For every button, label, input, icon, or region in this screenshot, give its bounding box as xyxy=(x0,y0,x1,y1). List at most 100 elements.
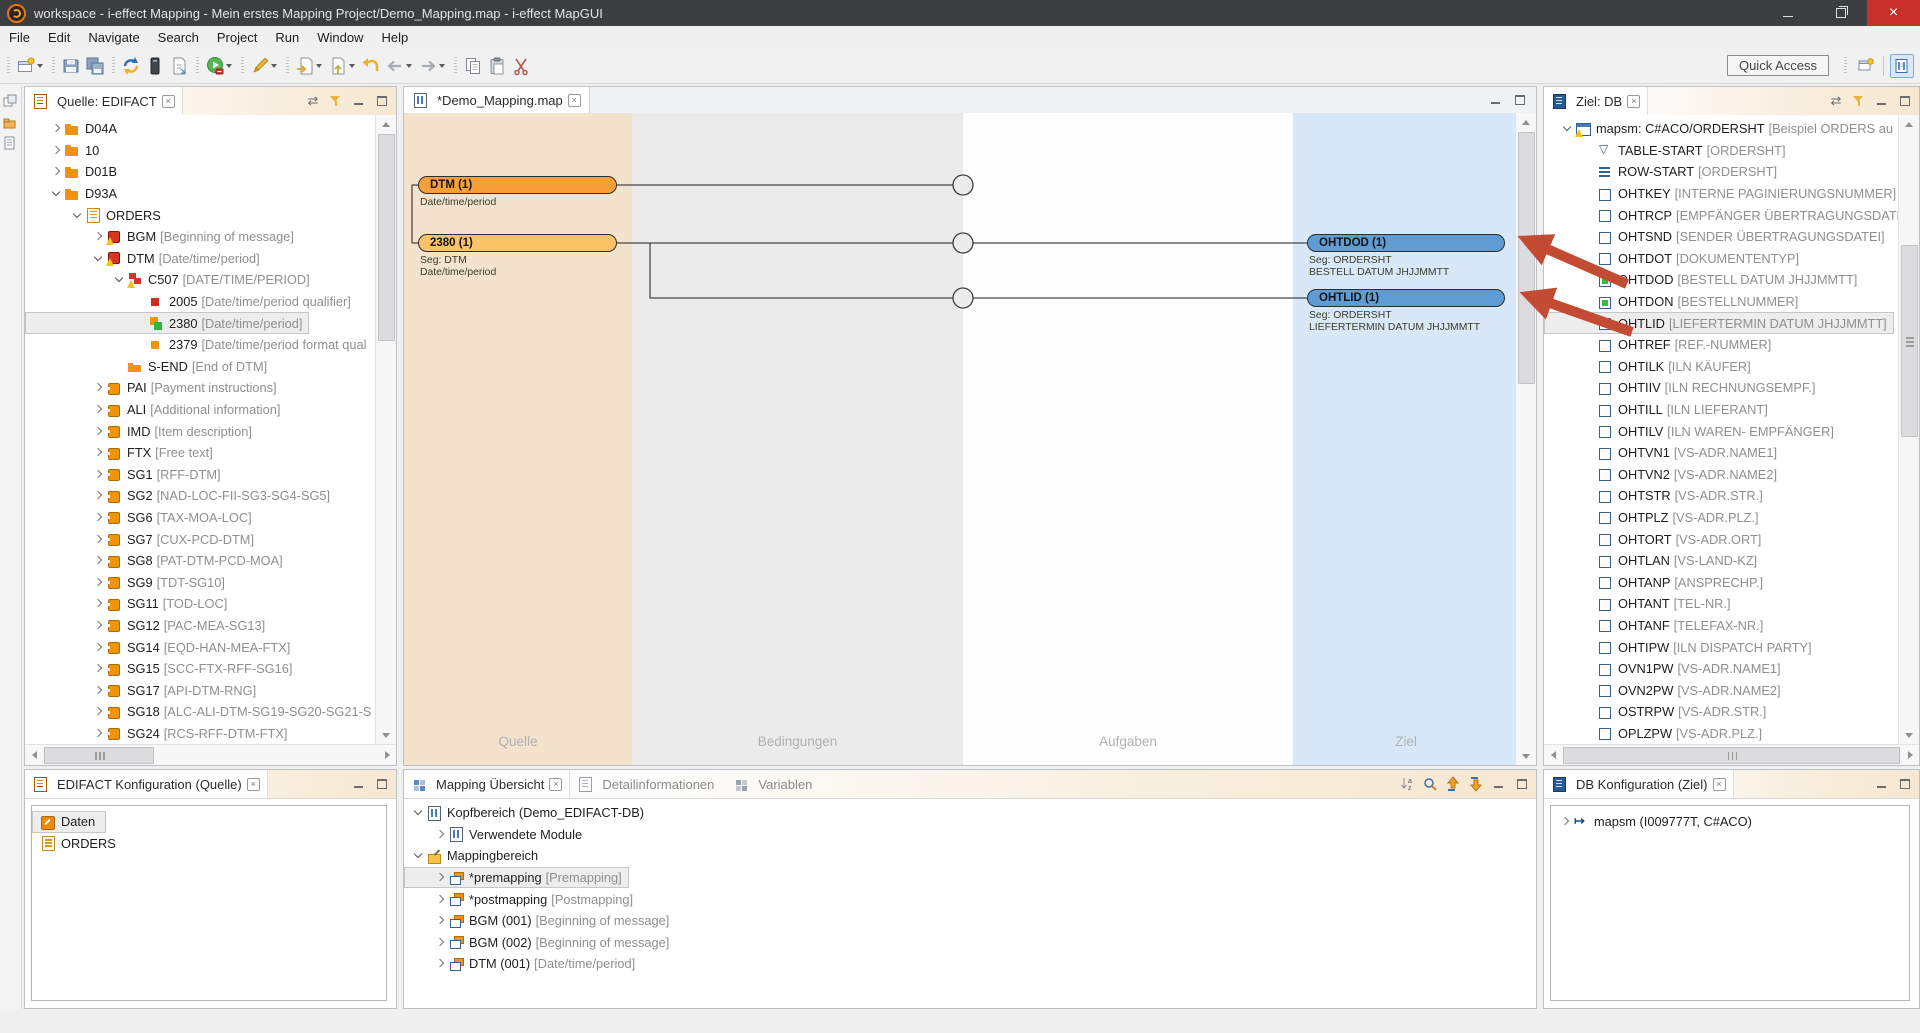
close-view-icon[interactable]: × xyxy=(1627,95,1640,108)
tree-item-sg2[interactable]: SG2[NAD-LOC-FII-SG3-SG4-SG5] xyxy=(25,485,337,507)
target-tree-horizontal-scrollbar[interactable] xyxy=(1544,744,1919,765)
node-ohtdod[interactable]: OHTDOD (1) xyxy=(1307,234,1505,252)
paste-button[interactable] xyxy=(485,54,509,78)
tree-item-ohtant[interactable]: OHTANT[TEL-NR.] xyxy=(1544,593,1738,615)
tree-item-premapping[interactable]: *premapping[Premapping] xyxy=(404,867,629,889)
chevron-collapsed-icon[interactable] xyxy=(90,682,106,698)
link-with-editor-icon[interactable]: ⇄ xyxy=(305,93,321,109)
import-dropdown-icon[interactable] xyxy=(316,64,322,68)
menu-help[interactable]: Help xyxy=(372,28,417,47)
fast-view-outline-icon[interactable] xyxy=(3,136,17,150)
tree-item-kopfbereich-demo-edifact-db[interactable]: Kopfbereich (Demo_EDIFACT-DB) xyxy=(404,802,655,824)
tab-mapping-uebersicht[interactable]: Mapping Übersicht × xyxy=(404,770,570,798)
scrollbar-thumb[interactable] xyxy=(378,134,395,341)
scroll-right-icon[interactable] xyxy=(379,747,395,763)
tree-item-sg24[interactable]: SG24[RCS-RFF-DTM-FTX] xyxy=(25,723,294,744)
chevron-collapsed-icon[interactable] xyxy=(90,617,106,633)
tree-item-bgm-002[interactable]: BGM (002)[Beginning of message] xyxy=(404,932,676,954)
scroll-down-icon[interactable] xyxy=(378,727,394,743)
tree-item-mapsm-i009777t-c-aco[interactable]: mapsm (I009777T, C#ACO) xyxy=(1551,811,1763,833)
save-as-document-button[interactable] xyxy=(167,54,191,78)
copy-button[interactable] xyxy=(461,54,485,78)
tree-item-2379[interactable]: 2379[Date/time/period format qual xyxy=(25,334,374,356)
minimize-view-icon[interactable] xyxy=(1874,93,1890,109)
chevron-expanded-icon[interactable] xyxy=(410,805,426,821)
tab-quelle-edifact[interactable]: Quelle: EDIFACT × xyxy=(25,87,183,115)
tree-item-d01b[interactable]: D01B xyxy=(25,161,128,183)
maximize-editor-icon[interactable] xyxy=(1512,92,1528,108)
tree-item-ovn1pw[interactable]: OVN1PW[VS-ADR.NAME1] xyxy=(1544,658,1788,680)
tree-item-ohtilk[interactable]: OHTILK[ILN KÄUFER] xyxy=(1544,356,1758,378)
chevron-collapsed-icon[interactable] xyxy=(48,164,64,180)
tree-item-dtm-001[interactable]: DTM (001)[Date/time/period] xyxy=(404,953,642,975)
maximize-view-icon[interactable] xyxy=(374,776,390,792)
menu-search[interactable]: Search xyxy=(149,28,208,47)
tree-item-sg15[interactable]: SG15[SCC-FTX-RFF-SG16] xyxy=(25,658,299,680)
last-edit-location-button[interactable] xyxy=(359,54,383,78)
close-button[interactable]: × xyxy=(1867,0,1920,26)
chevron-collapsed-icon[interactable] xyxy=(90,229,106,245)
tree-item-ohtref[interactable]: OHTREF[REF.-NUMMER] xyxy=(1544,334,1778,356)
tree-item-ohtvn1[interactable]: OHTVN1[VS-ADR.NAME1] xyxy=(1544,442,1784,464)
tree-item-ohtipw[interactable]: OHTIPW[ILN DISPATCH PARTY] xyxy=(1544,636,1819,658)
chevron-expanded-icon[interactable] xyxy=(410,848,426,864)
tree-item-c507[interactable]: C507[DATE/TIME/PERIOD] xyxy=(25,269,317,291)
tree-item-ohtanf[interactable]: OHTANF[TELEFAX-NR.] xyxy=(1544,615,1770,637)
tree-item-sg1[interactable]: SG1[RFF-DTM] xyxy=(25,464,228,486)
tree-item-dtm[interactable]: DTM[Date/time/period] xyxy=(25,248,267,270)
tree-item-oplzpw[interactable]: OPLZPW[VS-ADR.PLZ.] xyxy=(1544,723,1769,744)
tree-item-table-start[interactable]: TABLE-START[ORDERSHT] xyxy=(1544,140,1793,162)
scroll-left-icon[interactable] xyxy=(1545,747,1561,763)
chevron-collapsed-icon[interactable] xyxy=(90,445,106,461)
mapgui-perspective-icon[interactable] xyxy=(1890,54,1914,78)
chevron-collapsed-icon[interactable] xyxy=(432,870,448,886)
chevron-expanded-icon[interactable] xyxy=(69,207,85,223)
menu-edit[interactable]: Edit xyxy=(39,28,79,47)
chevron-collapsed-icon[interactable] xyxy=(1557,814,1573,830)
target-tree-vertical-scrollbar[interactable] xyxy=(1898,115,1919,744)
server-button[interactable] xyxy=(143,54,167,78)
export-dropdown-icon[interactable] xyxy=(349,64,355,68)
back-button[interactable] xyxy=(383,54,407,78)
tree-item-ostrpw[interactable]: OSTRPW[VS-ADR.STR.] xyxy=(1544,701,1773,723)
tree-item-ohtanp[interactable]: OHTANP[ANSPRECHP.] xyxy=(1544,571,1770,593)
tree-item-imd[interactable]: IMD[Item description] xyxy=(25,420,259,442)
tree-item-sg9[interactable]: SG9[TDT-SG10] xyxy=(25,571,232,593)
maximize-view-icon[interactable] xyxy=(1897,93,1913,109)
tree-item-ohtlan[interactable]: OHTLAN[VS-LAND-KZ] xyxy=(1544,550,1764,572)
tree-item-ali[interactable]: ALI[Additional information] xyxy=(25,399,287,421)
chevron-collapsed-icon[interactable] xyxy=(432,956,448,972)
import-document-button[interactable] xyxy=(293,54,317,78)
close-view-icon[interactable]: × xyxy=(162,95,175,108)
chevron-collapsed-icon[interactable] xyxy=(90,380,106,396)
chevron-collapsed-icon[interactable] xyxy=(90,553,106,569)
menu-project[interactable]: Project xyxy=(208,28,266,47)
tree-item-s-end[interactable]: S-END[End of DTM] xyxy=(25,356,274,378)
tree-item-10[interactable]: 10 xyxy=(25,140,110,162)
tree-item-sg8[interactable]: SG8[PAT-DTM-PCD-MOA] xyxy=(25,550,290,572)
tree-item-d04a[interactable]: D04A xyxy=(25,118,128,140)
menu-file[interactable]: File xyxy=(0,28,39,47)
scroll-right-icon[interactable] xyxy=(1902,747,1918,763)
minimize-view-icon[interactable] xyxy=(1491,776,1507,792)
maximize-view-icon[interactable] xyxy=(1514,776,1530,792)
minimize-editor-icon[interactable] xyxy=(1488,92,1504,108)
tree-item-mappingbereich[interactable]: Mappingbereich xyxy=(404,845,549,867)
tree-item-orders[interactable]: ORDERS xyxy=(32,833,127,855)
scroll-up-icon[interactable] xyxy=(378,116,394,132)
tree-item-ohtill[interactable]: OHTILL[ILN LIEFERANT] xyxy=(1544,399,1775,421)
run-dropdown-icon[interactable] xyxy=(226,64,232,68)
tree-item-row-start[interactable]: ROW-START[ORDERSHT] xyxy=(1544,161,1784,183)
minimize-button[interactable] xyxy=(1761,0,1814,26)
close-editor-icon[interactable]: × xyxy=(568,94,581,107)
tree-item-ovn2pw[interactable]: OVN2PW[VS-ADR.NAME2] xyxy=(1544,679,1788,701)
minimize-view-icon[interactable] xyxy=(351,776,367,792)
chevron-collapsed-icon[interactable] xyxy=(90,466,106,482)
open-perspective-icon[interactable] xyxy=(1855,55,1877,77)
tree-item-ohtdod[interactable]: OHTDOD[BESTELL DATUM JHJJMMTT] xyxy=(1544,269,1864,291)
tree-item-bgm[interactable]: BGM[Beginning of message] xyxy=(25,226,301,248)
tree-item-sg18[interactable]: SG18[ALC-ALI-DTM-SG19-SG20-SG21-S xyxy=(25,701,375,723)
menu-window[interactable]: Window xyxy=(308,28,372,47)
tree-item-ohtort[interactable]: OHTORT[VS-ADR.ORT] xyxy=(1544,528,1768,550)
restore-panel-icon[interactable] xyxy=(3,94,17,108)
